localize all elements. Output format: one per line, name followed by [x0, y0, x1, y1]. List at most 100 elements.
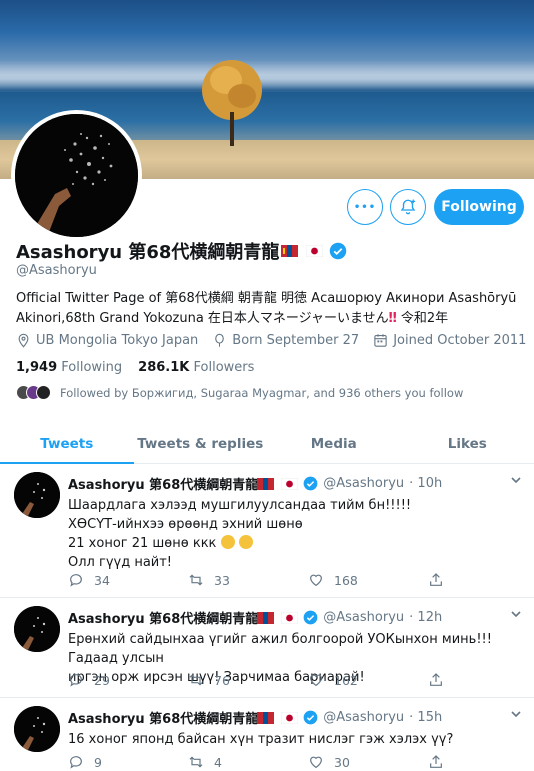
heart-icon — [310, 574, 322, 587]
tweet-line: 21 хоног 21 шөнө ккк — [68, 534, 518, 553]
tweet[interactable]: Asashoryu 第68代横綱朝青龍 @Asashoryu · 10h Шаа… — [0, 464, 534, 598]
profile-name-row: Asashoryu 第68代横綱朝青龍 — [16, 238, 347, 264]
tweet-author-name[interactable]: Asashoryu 第68代横綱朝青龍 — [68, 474, 258, 493]
share-button[interactable] — [428, 572, 534, 588]
retweet-button[interactable]: 33 — [188, 572, 308, 588]
followed-by-text: Followed by Боржигид, Sugaraa Myagmar, a… — [60, 385, 464, 400]
share-button[interactable] — [428, 672, 534, 688]
retweet-button[interactable]: 76 — [188, 672, 308, 688]
tweet-timestamp[interactable]: · 10h — [409, 476, 442, 491]
tweet-header: Asashoryu 第68代横綱朝青龍 @Asashoryu · 12h — [68, 608, 442, 627]
reply-icon — [70, 756, 82, 769]
retweet-icon — [189, 574, 203, 586]
reply-icon — [70, 574, 82, 587]
retweet-count: 33 — [214, 572, 230, 588]
tweet[interactable]: Asashoryu 第68代横綱朝青龍 @Asashoryu · 12h Ерө… — [0, 598, 534, 698]
followers-count-link[interactable]: 286.1K Followers — [138, 360, 254, 375]
tweet-header: Asashoryu 第68代横綱朝青龍 @Asashoryu · 10h — [68, 474, 442, 493]
follower-avatar — [36, 385, 51, 400]
retweet-icon — [189, 674, 203, 686]
profile-joined: Joined October 2011 — [373, 333, 526, 348]
tweet-avatar-image — [14, 472, 60, 518]
followed-by-row[interactable]: Followed by Боржигид, Sugaraa Myagmar, a… — [16, 385, 463, 400]
verified-badge-icon — [330, 242, 347, 260]
share-icon — [430, 755, 442, 768]
like-button[interactable]: 162 — [308, 672, 428, 688]
followers-count: 286.1K — [138, 360, 190, 375]
like-count: 162 — [334, 672, 358, 688]
banner-tree-image — [202, 60, 262, 146]
japan-flag-icon — [281, 611, 299, 624]
mongolia-flag-icon — [257, 611, 275, 624]
following-button[interactable]: Following — [434, 189, 524, 225]
reply-button[interactable]: 9 — [68, 754, 188, 770]
tab-media[interactable]: Media — [267, 424, 401, 463]
tweet-author-handle[interactable]: @Asashoryu — [323, 710, 404, 725]
bio-line-1: Official Twitter Page of 第68代横綱 朝青龍 明徳 А… — [16, 291, 517, 306]
tweet[interactable]: Asashoryu 第68代横綱朝青龍 @Asashoryu · 15h 16 … — [0, 698, 534, 771]
like-button[interactable]: 30 — [308, 754, 428, 770]
tweet-author-handle[interactable]: @Asashoryu — [323, 476, 404, 491]
tweet-avatar[interactable] — [14, 472, 60, 518]
tweet-avatar-image — [14, 706, 60, 752]
heart-icon — [310, 756, 322, 769]
tweet-line: 16 хоног японд байсан хүн тразит нислэг … — [68, 732, 454, 747]
profile-avatar[interactable] — [11, 110, 142, 241]
tweet-avatar[interactable] — [14, 606, 60, 652]
profile-bio: Official Twitter Page of 第68代横綱 朝青龍 明徳 А… — [16, 289, 522, 329]
chevron-down-icon[interactable] — [510, 608, 522, 620]
tweet-author-handle[interactable]: @Asashoryu — [323, 610, 404, 625]
tweet-actions: 29 76 162 — [68, 672, 534, 688]
tweet-timestamp[interactable]: · 12h — [409, 610, 442, 625]
reply-button[interactable]: 29 — [68, 672, 188, 688]
bell-plus-icon — [400, 199, 416, 215]
reply-button[interactable]: 34 — [68, 572, 188, 588]
worried-face-emoji-icon — [220, 535, 235, 549]
notifications-button[interactable] — [390, 189, 426, 225]
tweet-text: 16 хоног японд байсан хүн тразит нислэг … — [68, 730, 518, 749]
tweet-author-name[interactable]: Asashoryu 第68代横綱朝青龍 — [68, 608, 258, 627]
tab-tweets[interactable]: Tweets — [0, 424, 134, 464]
japan-flag-icon — [281, 477, 299, 490]
profile-location: UB Mongolia Tokyo Japan — [16, 333, 198, 348]
tweet-avatar[interactable] — [14, 706, 60, 752]
follower-avatars — [16, 385, 51, 400]
retweet-button[interactable]: 4 — [188, 754, 308, 770]
bio-line-2-text: Akinori,68th Grand Yokozuna 在日本人マネージャーいま… — [16, 311, 389, 326]
like-count: 168 — [334, 572, 358, 588]
like-button[interactable]: 168 — [308, 572, 428, 588]
retweet-icon — [189, 756, 203, 768]
following-count: 1,949 — [16, 360, 58, 375]
tweet-line: Шаардлага хэлээд мушгилуулсандаа тийм бн… — [68, 498, 412, 513]
reply-count: 29 — [94, 672, 110, 688]
tweet-line: Олл гүүд найт! — [68, 555, 173, 570]
following-count-link[interactable]: 1,949 Following — [16, 360, 122, 375]
tweet-line: ХӨСҮТ-ийнхээ өрөөнд эхний шөнө — [68, 517, 303, 532]
calendar-icon — [374, 334, 387, 347]
tab-tweets-replies[interactable]: Tweets & replies — [134, 424, 268, 463]
tweet-timestamp[interactable]: · 15h — [409, 710, 442, 725]
tab-likes[interactable]: Likes — [401, 424, 534, 463]
avatar-photo — [15, 114, 138, 237]
more-options-button[interactable]: ••• — [347, 189, 383, 225]
retweet-count: 76 — [214, 672, 230, 688]
reply-icon — [70, 674, 82, 687]
verified-badge-icon — [303, 610, 318, 625]
tweet-actions: 34 33 168 — [68, 572, 534, 588]
double-exclamation-icon: ‼ — [388, 311, 397, 326]
chevron-down-icon[interactable] — [510, 474, 522, 486]
profile-birthday: Born September 27 — [212, 333, 359, 348]
sweat-smile-emoji-icon — [238, 535, 253, 549]
tweet-author-name[interactable]: Asashoryu 第68代横綱朝青龍 — [68, 708, 258, 727]
tweet-line-text: 21 хоног 21 шөнө ккк — [68, 536, 217, 551]
chevron-down-icon[interactable] — [510, 708, 522, 720]
tweet-line: Ерөнхий сайдынхаа үгийг ажил болгоорой У… — [68, 632, 492, 666]
tweet-text: Шаардлага хэлээд мушгилуулсандаа тийм бн… — [68, 496, 518, 572]
following-label: Following — [61, 360, 123, 375]
tweet-avatar-image — [14, 606, 60, 652]
profile-handle: @Asashoryu — [16, 263, 97, 278]
reply-count: 9 — [94, 754, 102, 770]
retweet-count: 4 — [214, 754, 222, 770]
heart-icon — [310, 674, 322, 687]
share-button[interactable] — [428, 754, 534, 770]
